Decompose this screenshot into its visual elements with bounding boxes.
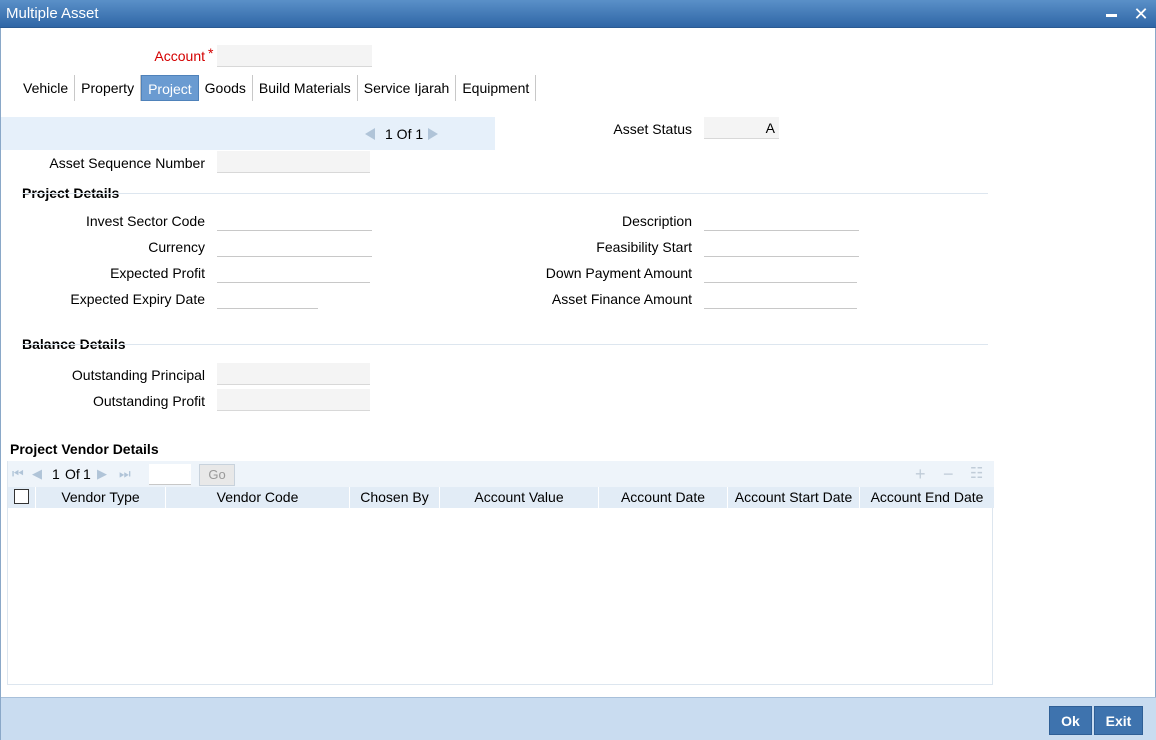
expected-expiry-date-label: Expected Expiry Date — [70, 291, 205, 307]
description-label: Description — [621, 213, 692, 229]
asset-tabs: Vehicle Property Project Goods Build Mat… — [17, 75, 537, 101]
project-details-divider — [22, 193, 988, 194]
col-vendor-code[interactable]: Vendor Code — [166, 487, 350, 508]
tab-equipment[interactable]: Equipment — [456, 75, 537, 101]
asset-sequence-field[interactable] — [217, 151, 370, 173]
col-account-value[interactable]: Account Value — [440, 487, 599, 508]
grid-toolbar: ⏮ ◀ 1 Of 1 ▶ ⏭ Go + − ☷ — [8, 461, 994, 487]
window-title: Multiple Asset — [6, 5, 99, 22]
grid-page-total: 1 — [83, 466, 91, 482]
exit-button[interactable]: Exit — [1094, 706, 1143, 735]
expected-expiry-date-field[interactable] — [217, 287, 318, 309]
asset-status-label: Asset Status — [613, 121, 692, 137]
tab-service-ijarah[interactable]: Service Ijarah — [358, 75, 457, 101]
down-payment-amount-label: Down Payment Amount — [545, 265, 692, 281]
account-label: Account — [154, 48, 205, 64]
asset-finance-amount-field[interactable] — [704, 287, 857, 309]
first-page-icon[interactable]: ⏮ — [12, 466, 24, 482]
record-position: 1 Of 1 — [385, 126, 424, 142]
go-button[interactable]: Go — [199, 464, 235, 486]
currency-field[interactable] — [217, 235, 372, 257]
tab-build-materials[interactable]: Build Materials — [253, 75, 358, 101]
window-body: Account * Vehicle Property Project Goods… — [0, 28, 1156, 740]
tab-vehicle[interactable]: Vehicle — [17, 75, 76, 101]
vendor-details-heading: Project Vendor Details — [10, 441, 159, 457]
ok-button[interactable]: Ok — [1049, 706, 1092, 735]
outstanding-principal-label: Outstanding Principal — [71, 367, 205, 383]
invest-sector-code-field[interactable] — [217, 209, 372, 231]
account-field[interactable] — [217, 45, 372, 67]
previous-page-icon[interactable]: ◀ — [32, 466, 42, 482]
expected-profit-field[interactable] — [217, 261, 370, 283]
grid-header-row: Vendor Type Vendor Code Chosen By Accoun… — [8, 487, 994, 508]
page-number-input[interactable] — [149, 464, 191, 485]
close-icon[interactable]: ✕ — [1131, 4, 1151, 24]
tab-goods[interactable]: Goods — [199, 75, 253, 101]
expected-profit-label: Expected Profit — [110, 265, 205, 281]
currency-label: Currency — [148, 239, 205, 255]
description-field[interactable] — [704, 209, 859, 231]
balance-details-divider — [22, 344, 988, 345]
asset-finance-amount-label: Asset Finance Amount — [551, 291, 692, 307]
asset-sequence-label: Asset Sequence Number — [49, 155, 205, 171]
select-all-cell — [8, 487, 36, 508]
required-marker: * — [208, 45, 214, 61]
previous-record-icon[interactable] — [365, 128, 375, 140]
tab-property[interactable]: Property — [75, 75, 142, 101]
delete-row-icon[interactable]: − — [943, 464, 954, 484]
next-page-icon[interactable]: ▶ — [97, 466, 107, 482]
asset-status-field[interactable] — [704, 117, 779, 139]
footer-bar: Ok Exit — [1, 697, 1156, 740]
minimize-icon[interactable] — [1102, 4, 1122, 24]
record-navigator: 1 Of 1 — [1, 117, 495, 150]
last-page-icon[interactable]: ⏭ — [119, 466, 131, 482]
invest-sector-code-label: Invest Sector Code — [85, 213, 205, 229]
col-account-end-date[interactable]: Account End Date — [860, 487, 994, 508]
col-chosen-by[interactable]: Chosen By — [350, 487, 440, 508]
down-payment-amount-field[interactable] — [704, 261, 857, 283]
col-account-date[interactable]: Account Date — [599, 487, 728, 508]
outstanding-principal-field[interactable] — [217, 363, 370, 385]
title-bar: Multiple Asset ✕ — [0, 0, 1156, 28]
vendor-details-grid: ⏮ ◀ 1 Of 1 ▶ ⏭ Go + − ☷ Vendor Type Vend… — [7, 461, 994, 685]
grid-page-of: Of — [65, 466, 80, 482]
feasibility-start-field[interactable] — [704, 235, 859, 257]
col-account-start-date[interactable]: Account Start Date — [728, 487, 860, 508]
outstanding-profit-field[interactable] — [217, 389, 370, 411]
select-all-checkbox[interactable] — [14, 489, 29, 504]
col-vendor-type[interactable]: Vendor Type — [36, 487, 166, 508]
add-row-icon[interactable]: + — [915, 464, 926, 484]
tab-project[interactable]: Project — [141, 75, 199, 101]
single-view-icon[interactable]: ☷ — [970, 464, 983, 484]
feasibility-start-label: Feasibility Start — [596, 239, 692, 255]
outstanding-profit-label: Outstanding Profit — [92, 393, 205, 409]
next-record-icon[interactable] — [428, 128, 438, 140]
grid-page-current: 1 — [52, 466, 60, 482]
